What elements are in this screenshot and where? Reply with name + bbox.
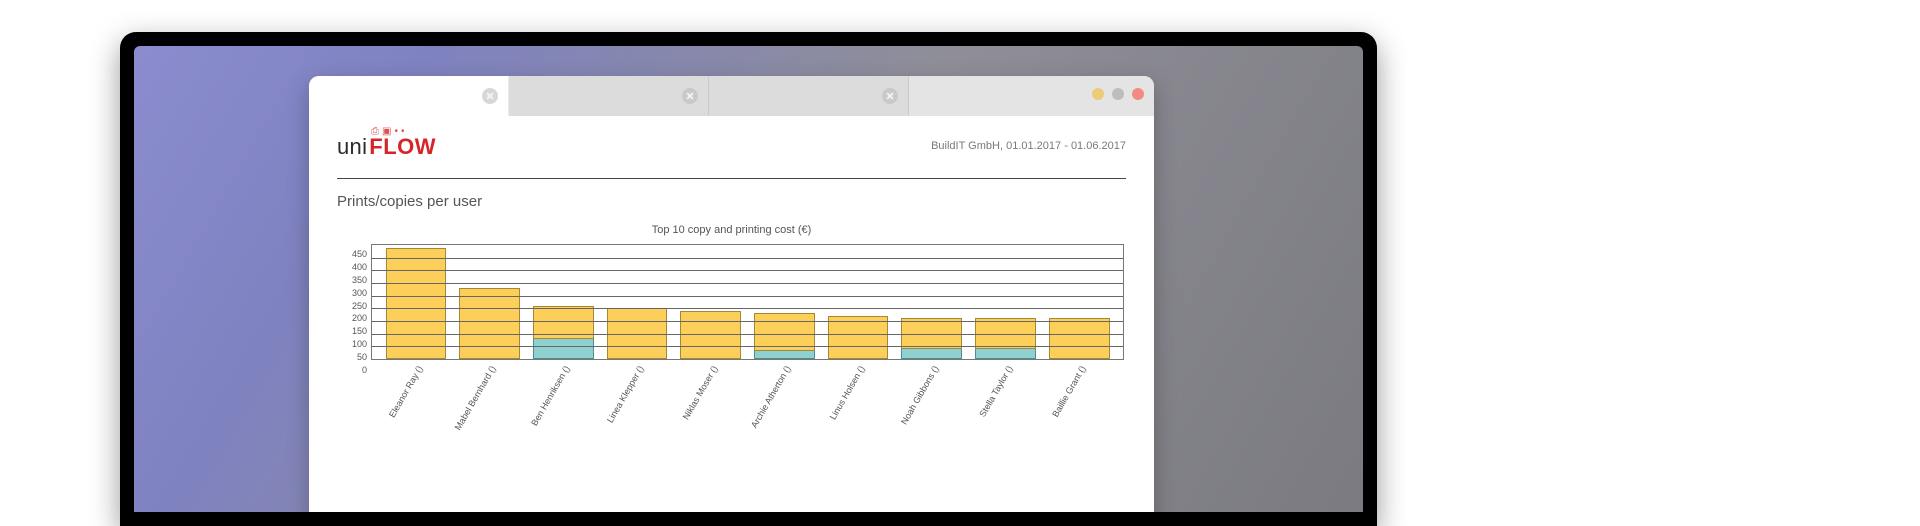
tab-3[interactable] (709, 76, 909, 116)
tab-1[interactable] (309, 76, 509, 116)
uniflow-logo: ⎙ ▣ • • uni FLOW (337, 134, 436, 164)
bar-segment-secondary (901, 349, 962, 359)
logo-decorative-icons: ⎙ ▣ • • (371, 126, 404, 137)
close-icon[interactable] (882, 88, 898, 104)
printer-icon: ⎙ (371, 126, 379, 137)
window-controls (1092, 88, 1144, 100)
bar (828, 245, 889, 359)
x-category-label: Niklas Moser () (680, 360, 741, 420)
x-category-label: Mabel Bernhard () (459, 360, 520, 420)
chart-plot (371, 244, 1124, 360)
chart-bars (372, 245, 1123, 359)
dot-icon: • (394, 126, 398, 137)
bar-segment-primary (459, 288, 520, 359)
bar-segment-primary (828, 316, 889, 359)
y-tick-label: 200 (352, 313, 367, 323)
y-tick-label: 100 (352, 339, 367, 349)
grid-line (372, 308, 1123, 309)
x-category-label: Linea Klepper () (606, 360, 667, 420)
report-header: ⎙ ▣ • • uni FLOW BuildIT GmbH, 01.01.201… (337, 130, 1126, 172)
y-tick-label: 300 (352, 288, 367, 298)
grid-line (372, 270, 1123, 271)
bar-segment-secondary (754, 351, 815, 359)
bar-segment-primary (680, 311, 741, 359)
y-tick-label: 350 (352, 275, 367, 285)
y-tick-label: 450 (352, 249, 367, 259)
x-category-label: Noah Gibbons () (902, 360, 963, 420)
close-icon[interactable] (482, 88, 498, 104)
scan-icon: ▣ (382, 126, 391, 137)
bar (459, 245, 520, 359)
bar (386, 245, 447, 359)
y-tick-label: 250 (352, 301, 367, 311)
date-to: 01.06.2017 (1071, 140, 1126, 152)
bar-segment-secondary (533, 339, 594, 359)
grid-line (372, 258, 1123, 259)
company-name: BuildIT GmbH (931, 140, 1000, 152)
chart: 0 50 100 150 200 250 300 350 400 450 Eleanor Ray … (337, 244, 1126, 420)
bar-segment-primary (386, 248, 447, 359)
grid-line (372, 296, 1123, 297)
date-from: 01.01.2017 (1006, 140, 1061, 152)
chart-title: Top 10 copy and printing cost (€) (337, 224, 1126, 236)
y-tick-label: 400 (352, 262, 367, 272)
bar (901, 245, 962, 359)
grid-line (372, 334, 1123, 335)
x-category-label: Baillie Grant () (1049, 360, 1110, 420)
grid-line (372, 346, 1123, 347)
close-icon[interactable] (682, 88, 698, 104)
header-divider (337, 178, 1126, 179)
logo-flow-text: FLOW (369, 134, 436, 160)
bar (680, 245, 741, 359)
window-close-icon[interactable] (1132, 88, 1144, 100)
monitor-screen: ⎙ ▣ • • uni FLOW BuildIT GmbH, 01.01.201… (134, 46, 1363, 512)
maximize-icon[interactable] (1112, 88, 1124, 100)
bar-segment-secondary (975, 349, 1036, 359)
x-category-label: Ben Henriksen () (533, 360, 594, 420)
monitor-frame: ⎙ ▣ • • uni FLOW BuildIT GmbH, 01.01.201… (120, 32, 1377, 526)
x-category-label: Eleanor Ray () (385, 360, 446, 420)
bar (975, 245, 1036, 359)
y-tick-label: 0 (362, 365, 367, 375)
bar-segment-primary (1049, 318, 1110, 359)
tab-2[interactable] (509, 76, 709, 116)
y-tick-label: 50 (357, 352, 367, 362)
grid-line (372, 283, 1123, 284)
logo-uni-text: uni (337, 134, 367, 160)
y-tick-label: 150 (352, 326, 367, 336)
page-content: ⎙ ▣ • • uni FLOW BuildIT GmbH, 01.01.201… (309, 116, 1154, 512)
chart-y-axis: 050100150200250300350400450 (337, 244, 371, 360)
chart-x-labels: Eleanor Ray ()Mabel Bernhard ()Ben Henri… (371, 360, 1124, 420)
minimize-icon[interactable] (1092, 88, 1104, 100)
x-category-label: Stella Taylor () (975, 360, 1036, 420)
x-category-label: Linus Holsen () (828, 360, 889, 420)
report-meta: BuildIT GmbH, 01.01.2017 - 01.06.2017 (931, 134, 1126, 152)
bar (607, 245, 668, 359)
bar (1049, 245, 1110, 359)
bar (754, 245, 815, 359)
tab-bar (309, 76, 1154, 116)
browser-window: ⎙ ▣ • • uni FLOW BuildIT GmbH, 01.01.201… (309, 76, 1154, 512)
section-title: Prints/copies per user (337, 193, 1126, 210)
bar (533, 245, 594, 359)
dot-icon: • (401, 126, 405, 137)
grid-line (372, 321, 1123, 322)
x-category-label: Archie Atherton () (754, 360, 815, 420)
